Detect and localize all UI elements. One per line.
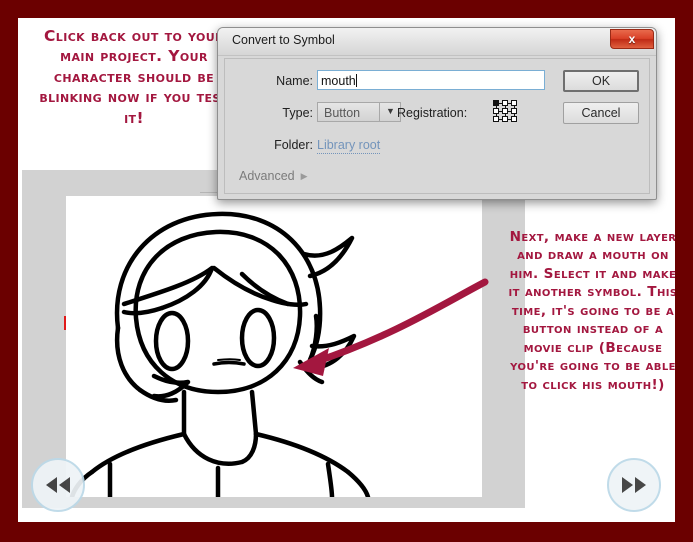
symbol-name-input[interactable]: mouth — [317, 70, 545, 90]
text-caret — [355, 74, 357, 87]
character-artwork — [69, 211, 371, 497]
page-frame: Click back out to your main project. You… — [0, 0, 693, 542]
convert-to-symbol-dialog: Convert to Symbol x Name: mouth Type: Bu… — [217, 27, 657, 200]
name-label: Name: — [276, 74, 313, 88]
caption-left: Click back out to your main project. You… — [39, 27, 229, 127]
dialog-body: Name: mouth Type: Button ▼ Registration: — [224, 58, 650, 194]
registration-point-grid[interactable] — [493, 100, 519, 124]
ok-button[interactable]: OK — [563, 70, 639, 92]
stage-canvas[interactable] — [66, 196, 482, 497]
advanced-label: Advanced — [239, 169, 295, 183]
flash-workspace — [22, 170, 525, 508]
advanced-toggle[interactable]: Advanced ▶ — [239, 169, 308, 183]
close-icon[interactable]: x — [610, 29, 654, 49]
previous-button[interactable] — [31, 458, 85, 512]
dialog-titlebar[interactable]: Convert to Symbol x — [218, 28, 656, 56]
cancel-button[interactable]: Cancel — [563, 102, 639, 124]
rewind-icon — [46, 477, 70, 493]
page-content-area: Click back out to your main project. You… — [18, 18, 675, 522]
dialog-title: Convert to Symbol — [232, 33, 335, 47]
chevron-right-icon: ▶ — [300, 171, 308, 181]
folder-link[interactable]: Library root — [317, 138, 381, 154]
fast-forward-icon — [622, 477, 646, 493]
registration-label: Registration: — [397, 106, 468, 120]
type-label: Type: — [282, 106, 313, 120]
folder-label: Folder: — [274, 138, 313, 152]
caption-right: Next, make a new layer and draw a mouth … — [508, 229, 675, 393]
symbol-name-value: mouth — [321, 74, 356, 88]
next-button[interactable] — [607, 458, 661, 512]
